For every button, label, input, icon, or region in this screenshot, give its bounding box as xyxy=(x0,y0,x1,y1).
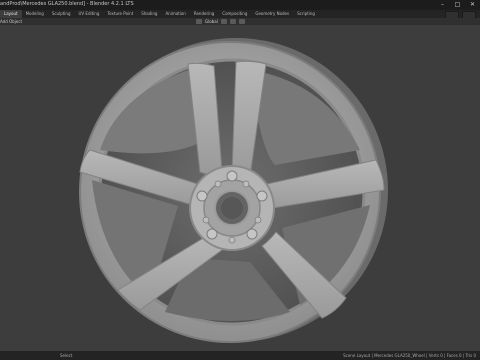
lug-nut xyxy=(202,216,210,224)
proportional-edit-icon[interactable] xyxy=(238,19,245,24)
workspace-tab-bar: Layout Modeling Sculpting UV Editing Texture… xyxy=(0,10,480,19)
transform-controls: Global xyxy=(196,18,245,25)
tab-rendering[interactable]: Rendering xyxy=(190,10,218,18)
transform-orientation-icon[interactable] xyxy=(196,19,202,24)
lug-nut xyxy=(214,180,222,188)
lug-nut xyxy=(206,228,218,240)
tab-scripting[interactable]: Scripting xyxy=(293,10,319,18)
wheel-render xyxy=(79,38,388,343)
window-title: andProd\Mercedes GLA250.blend] - Blender… xyxy=(0,1,134,7)
tab-geometry-nodes[interactable]: Geometry Nodes xyxy=(251,10,293,18)
menu-add[interactable]: Add xyxy=(0,18,8,25)
pivot-point-icon[interactable] xyxy=(220,19,227,24)
status-bar: Select Scene Layout | Mercedes GLA250_Wh… xyxy=(0,351,480,360)
tab-layout[interactable]: Layout xyxy=(0,10,22,18)
lug-nut xyxy=(228,236,236,244)
lug-nut xyxy=(256,190,268,202)
lug-nut xyxy=(246,228,258,240)
window-controls: – □ ✕ xyxy=(435,0,480,10)
status-scene-info: Scene Layout | Mercedes GLA250_Wheel | V… xyxy=(343,353,476,358)
snap-icon[interactable] xyxy=(229,19,236,24)
tab-texture-paint[interactable]: Texture Paint xyxy=(103,10,137,18)
menu-object[interactable]: Object xyxy=(9,18,22,25)
center-bore-inner xyxy=(221,197,243,219)
maximize-button[interactable]: □ xyxy=(450,0,465,10)
lug-nut xyxy=(254,216,262,224)
tab-uv-editing[interactable]: UV Editing xyxy=(75,10,104,18)
3d-viewport[interactable] xyxy=(0,25,480,351)
minimize-button[interactable]: – xyxy=(435,0,450,10)
tab-animation[interactable]: Animation xyxy=(161,10,189,18)
tab-sculpting[interactable]: Sculpting xyxy=(48,10,75,18)
status-select: Select xyxy=(60,353,73,358)
lug-nut xyxy=(242,180,250,188)
lug-nut xyxy=(226,170,238,182)
title-bar: andProd\Mercedes GLA250.blend] - Blender… xyxy=(0,0,480,10)
close-button[interactable]: ✕ xyxy=(465,0,480,10)
tab-modeling[interactable]: Modeling xyxy=(22,10,48,18)
tab-compositing[interactable]: Compositing xyxy=(218,10,251,18)
lug-nut xyxy=(196,190,208,202)
transform-orientation-dropdown[interactable]: Global xyxy=(205,19,218,24)
tab-shading[interactable]: Shading xyxy=(137,10,161,18)
